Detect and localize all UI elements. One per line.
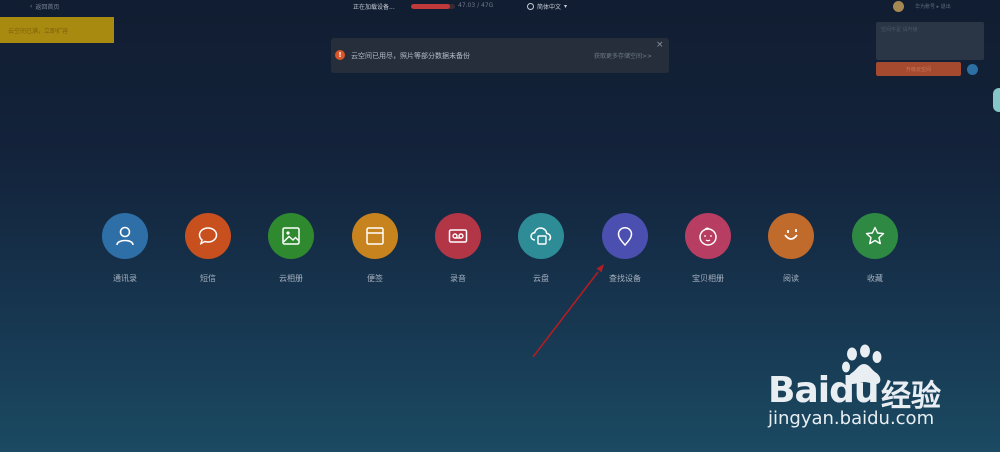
watermark-brand: Baidu: [768, 370, 879, 411]
watermark-brand-bai: Bai: [768, 370, 830, 411]
baidu-watermark: Baidu 经验 jingyan.baidu.com: [764, 344, 1000, 444]
watermark-brand-du: du: [829, 370, 879, 411]
watermark-url: jingyan.baidu.com: [768, 408, 935, 429]
